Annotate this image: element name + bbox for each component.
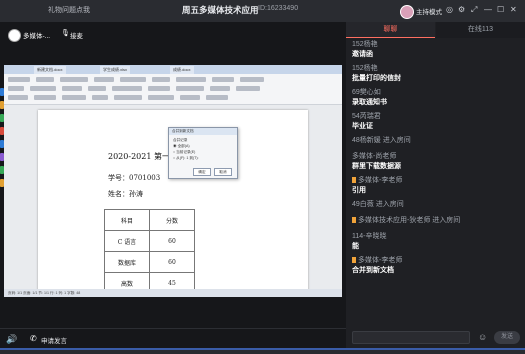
wps-toolbar bbox=[4, 74, 342, 105]
wps-status-bar: 页码: 1/1 页面: 1/1 节: 1/1 行: 1 列: 1 字数: 48 bbox=[4, 289, 342, 297]
gift-help-tab[interactable]: 礼物问题点我 bbox=[48, 5, 90, 15]
host-mode-label[interactable]: 主持模式 bbox=[416, 6, 442, 16]
student-name-line: 姓名：孙涛 bbox=[108, 190, 143, 198]
message-text: 批量打印的信封 bbox=[352, 75, 401, 82]
sender-name: 152杨艳 bbox=[352, 41, 378, 48]
chat-message: 69樊心如 录取通知书 bbox=[352, 88, 520, 108]
emoji-icon[interactable]: ☺ bbox=[478, 332, 487, 342]
dialog-option: ○ 当前记录(E) bbox=[173, 150, 196, 154]
sender-name: 114-辛晓晓 bbox=[352, 233, 387, 240]
wps-tab: 学生成绩.xlsx bbox=[100, 66, 130, 74]
join-notice: 多媒体技术应用-狄老师 进入房间 bbox=[358, 217, 461, 224]
message-text: 能 bbox=[352, 243, 359, 250]
dialog-option: ○ 从(F): 1 到(T): bbox=[173, 156, 199, 160]
merge-dialog: 合并到新文档 合并记录 ◉ 全部(A) ○ 当前记录(E) ○ 从(F): 1 … bbox=[168, 127, 238, 179]
chat-message: 114-辛晓晓 能 bbox=[352, 232, 520, 252]
dialog-title: 合并到新文档 bbox=[169, 128, 237, 135]
table-cell: 60 bbox=[149, 251, 195, 273]
tab-chat[interactable]: 聊聊 bbox=[346, 22, 435, 38]
student-id-line: 学号：0701003 bbox=[108, 174, 161, 182]
sender-name: 152杨艳 bbox=[352, 65, 378, 72]
chat-input[interactable] bbox=[352, 331, 470, 344]
sender-name: 多媒体-李老师 bbox=[358, 257, 403, 264]
mic-icon[interactable]: 🎙 bbox=[61, 29, 70, 37]
table-header: 分数 bbox=[149, 209, 195, 231]
teacher-badge-icon bbox=[352, 177, 356, 183]
chat-list: 152杨艳 邀请函 152杨艳 批量打印的信封 69樊心如 录取通知书 54芮瑞… bbox=[352, 40, 520, 280]
chat-message: 152杨艳 批量打印的信封 bbox=[352, 64, 520, 84]
dialog-cancel-button: 取消 bbox=[214, 168, 232, 176]
message-text: 录取通知书 bbox=[352, 99, 387, 106]
shared-screen: 新建文档.docx 学生成绩.xlsx 成绩.docx 2020-2021 第一… bbox=[4, 65, 342, 297]
room-title: 周五多媒体技术应用 bbox=[182, 5, 259, 15]
room-id: ID:16233490 bbox=[258, 5, 299, 12]
message-text: 群里下载数据源 bbox=[352, 163, 401, 170]
dialog-option: ◉ 全部(A) bbox=[173, 144, 190, 148]
share-icon[interactable]: ⤢ bbox=[471, 5, 477, 15]
chat-tabs: 聊聊 在线113 bbox=[346, 22, 525, 38]
sender-name: 多媒体-李老师 bbox=[358, 177, 403, 184]
table-row: C 语言 60 bbox=[104, 230, 195, 252]
dialog-option: 合并记录 bbox=[173, 138, 188, 142]
mic-label[interactable]: 接麦 bbox=[70, 30, 83, 40]
close-icon[interactable]: ✕ bbox=[510, 5, 517, 15]
dialog-ok-button: 确定 bbox=[193, 168, 211, 176]
window-bottom-edge bbox=[0, 348, 525, 354]
table-row: 数据库 60 bbox=[104, 251, 195, 273]
teacher-badge-icon bbox=[352, 217, 356, 223]
tab-online[interactable]: 在线113 bbox=[436, 22, 525, 38]
message-text: 毕业证 bbox=[352, 123, 373, 130]
chat-message: 多媒体-尚老师 群里下载数据源 bbox=[352, 152, 520, 172]
message-text: 邀请函 bbox=[352, 51, 373, 58]
table-cell: C 语言 bbox=[104, 230, 150, 252]
maximize-icon[interactable]: ☐ bbox=[497, 5, 504, 15]
table-row: 科目 分数 bbox=[104, 209, 195, 231]
table-header: 科目 bbox=[104, 209, 150, 231]
message-text: 合并到新文档 bbox=[352, 267, 394, 274]
minimize-icon[interactable]: — bbox=[484, 5, 492, 15]
teacher-avatar[interactable] bbox=[8, 29, 21, 42]
bottom-control-bar: 🔊 ✆ 申请发言 bbox=[0, 328, 346, 349]
target-icon[interactable]: ◎ bbox=[446, 5, 453, 15]
teacher-badge-icon bbox=[352, 257, 356, 263]
wps-tab: 成绩.docx bbox=[170, 66, 194, 74]
sender-name: 多媒体-尚老师 bbox=[352, 153, 397, 160]
send-button[interactable]: 发送 bbox=[494, 331, 520, 344]
volume-icon[interactable]: 🔊 bbox=[6, 334, 17, 345]
table-cell: 数据库 bbox=[104, 251, 150, 273]
settings-icon[interactable]: ⚙ bbox=[458, 5, 465, 15]
message-text: 引用 bbox=[352, 187, 366, 194]
sender-name: 54芮瑞君 bbox=[352, 113, 381, 120]
chat-panel: 聊聊 在线113 152杨艳 邀请函 152杨艳 批量打印的信封 69樊心如 录… bbox=[346, 22, 525, 328]
chat-message: 152杨艳 邀请函 bbox=[352, 40, 520, 60]
join-notice: 48杨新媛 进入房间 bbox=[352, 137, 411, 144]
apply-speak-button[interactable]: 申请发言 bbox=[41, 335, 67, 345]
host-avatar[interactable] bbox=[400, 5, 414, 19]
chat-message: 多媒体-李老师 合并到新文档 bbox=[352, 256, 520, 276]
grades-table: 科目 分数 C 语言 60 数据库 60 高数 45 bbox=[104, 209, 195, 294]
wps-tab-strip: 新建文档.docx 学生成绩.xlsx 成绩.docx bbox=[4, 65, 342, 74]
teacher-name: 多媒体-... bbox=[23, 33, 51, 40]
chat-message: 多媒体-李老师 引用 bbox=[352, 176, 520, 196]
join-notice: 49白薇 进入房间 bbox=[352, 201, 404, 208]
chat-input-bar: ☺ 发送 bbox=[346, 328, 525, 348]
table-cell: 60 bbox=[149, 230, 195, 252]
phone-icon[interactable]: ✆ bbox=[30, 334, 37, 343]
chat-message: 54芮瑞君 毕业证 bbox=[352, 112, 520, 132]
sender-name: 69樊心如 bbox=[352, 89, 381, 96]
title-bar: 礼物问题点我 周五多媒体技术应用 ID:16233490 主持模式 ◎ ⚙ ⤢ … bbox=[0, 0, 525, 22]
wps-tab: 新建文档.docx bbox=[34, 66, 66, 74]
